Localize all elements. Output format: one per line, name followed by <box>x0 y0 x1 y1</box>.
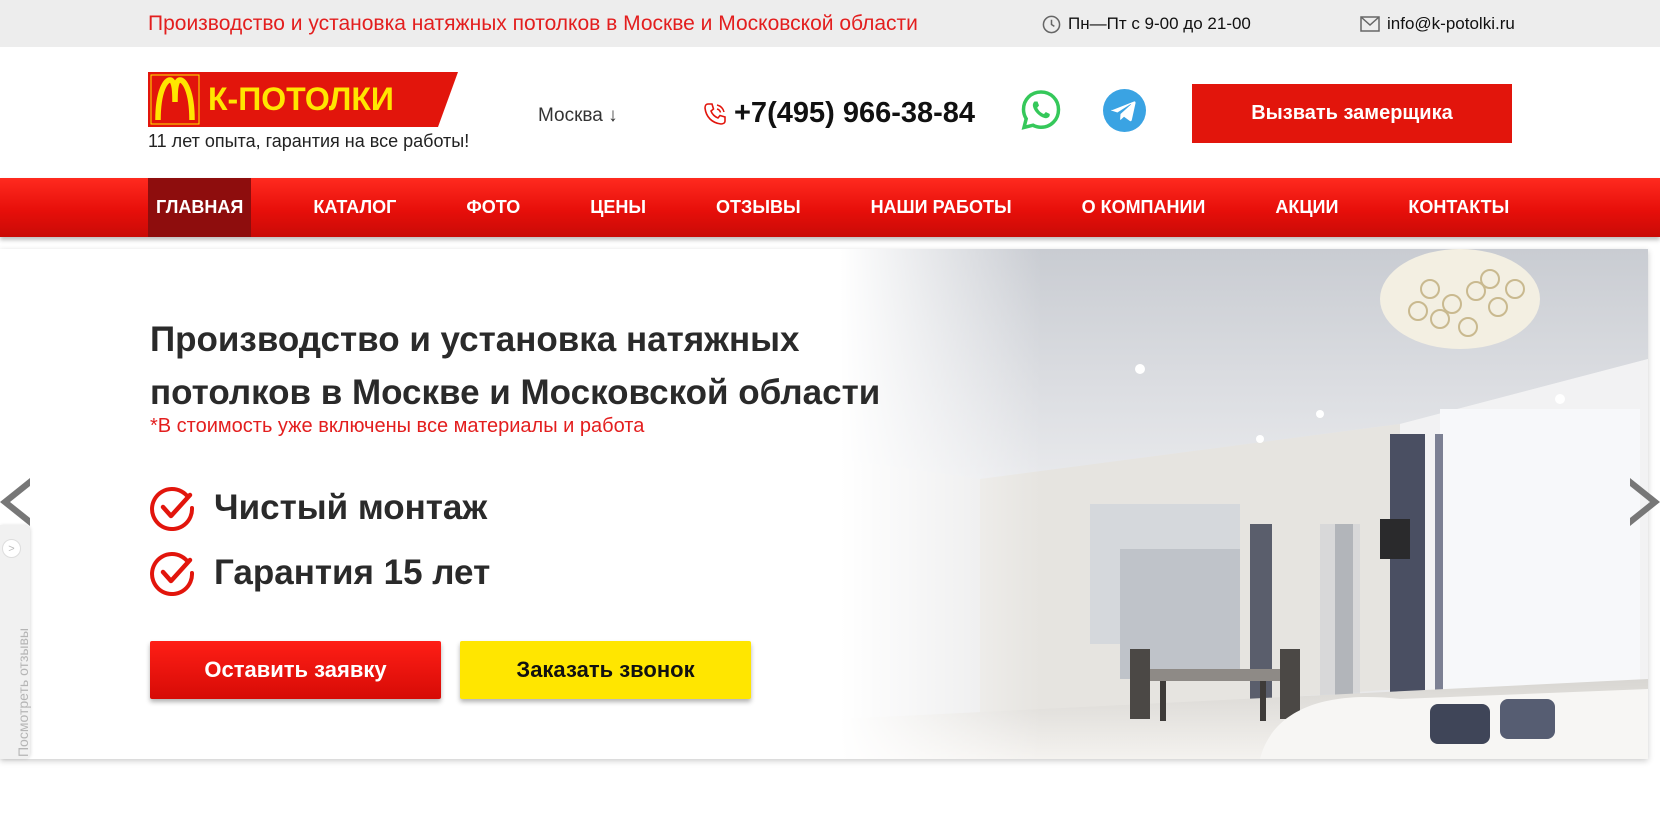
top-tagline: Производство и установка натяжных потолк… <box>148 12 918 35</box>
nav-item-home[interactable]: ГЛАВНАЯ <box>148 178 252 237</box>
nav-item-reviews[interactable]: ОТЗЫВЫ <box>716 178 801 237</box>
nav-item-promotions[interactable]: АКЦИИ <box>1275 178 1338 237</box>
nav-item-catalog[interactable]: КАТАЛОГ <box>313 178 396 237</box>
email-link[interactable]: info@k-potolki.ru <box>1360 14 1515 34</box>
logo-subtitle: 11 лет опыта, гарантия на все работы! <box>148 131 470 151</box>
phone-number[interactable]: +7(495) 966-38-84 <box>734 97 975 130</box>
main-nav: ГЛАВНАЯ КАТАЛОГ ФОТО ЦЕНЫ ОТЗЫВЫ НАШИ РА… <box>0 178 1660 237</box>
envelope-icon <box>1360 16 1380 32</box>
nav-item-photo[interactable]: ФОТО <box>466 178 520 237</box>
reviews-side-tab[interactable]: > Посмотреть отзывы <box>0 525 31 759</box>
city-selector[interactable]: Москва ↓ <box>538 105 618 127</box>
hero-note: *В стоимость уже включены все материалы … <box>150 415 645 437</box>
chevron-right-icon: > <box>2 539 21 558</box>
reviews-side-tab-label: Посмотреть отзывы <box>15 628 31 757</box>
site-header: К-ПОТОЛКИ 11 лет опыта, гарантия на все … <box>0 47 1660 178</box>
telegram-icon[interactable] <box>1103 89 1146 132</box>
nav-item-our-works[interactable]: НАШИ РАБОТЫ <box>871 178 1012 237</box>
site-logo[interactable]: К-ПОТОЛКИ <box>148 72 458 127</box>
phone-link[interactable]: +7(495) 966-38-84 <box>702 97 975 130</box>
working-hours: Пн—Пт с 9-00 до 21-00 <box>1042 14 1251 34</box>
leave-request-button[interactable]: Оставить заявку <box>150 641 441 699</box>
nav-item-prices[interactable]: ЦЕНЫ <box>590 178 646 237</box>
nav-list: ГЛАВНАЯ КАТАЛОГ ФОТО ЦЕНЫ ОТЗЫВЫ НАШИ РА… <box>148 178 1509 237</box>
feature-warranty: Гарантия 15 лет <box>150 550 490 596</box>
feature-text: Чистый монтаж <box>214 488 488 527</box>
top-bar: Производство и установка натяжных потолк… <box>0 0 1660 47</box>
feature-text: Гарантия 15 лет <box>214 553 491 592</box>
nav-item-about[interactable]: О КОМПАНИИ <box>1082 178 1206 237</box>
hero-title: Производство и установка натяжных потолк… <box>150 320 881 412</box>
chevron-left-icon[interactable] <box>0 478 30 526</box>
check-circle-icon <box>150 552 195 596</box>
whatsapp-icon[interactable] <box>1020 89 1062 131</box>
email-text[interactable]: info@k-potolki.ru <box>1387 14 1515 34</box>
nav-item-contacts[interactable]: КОНТАКТЫ <box>1408 178 1509 237</box>
call-measurer-button[interactable]: Вызвать замерщика <box>1192 84 1512 143</box>
check-circle-icon <box>150 487 195 531</box>
chevron-right-icon[interactable] <box>1630 478 1660 526</box>
working-hours-text: Пн—Пт с 9-00 до 21-00 <box>1068 14 1251 33</box>
logo-text: К-ПОТОЛКИ <box>208 81 394 117</box>
clock-icon <box>1042 15 1061 33</box>
phone-icon <box>704 102 726 125</box>
feature-clean-install: Чистый монтаж <box>150 485 487 531</box>
hero-slider: Производство и установка натяжных потолк… <box>0 249 1648 759</box>
order-callback-button[interactable]: Заказать звонок <box>460 641 751 699</box>
hero-interior-photo <box>840 249 1648 759</box>
